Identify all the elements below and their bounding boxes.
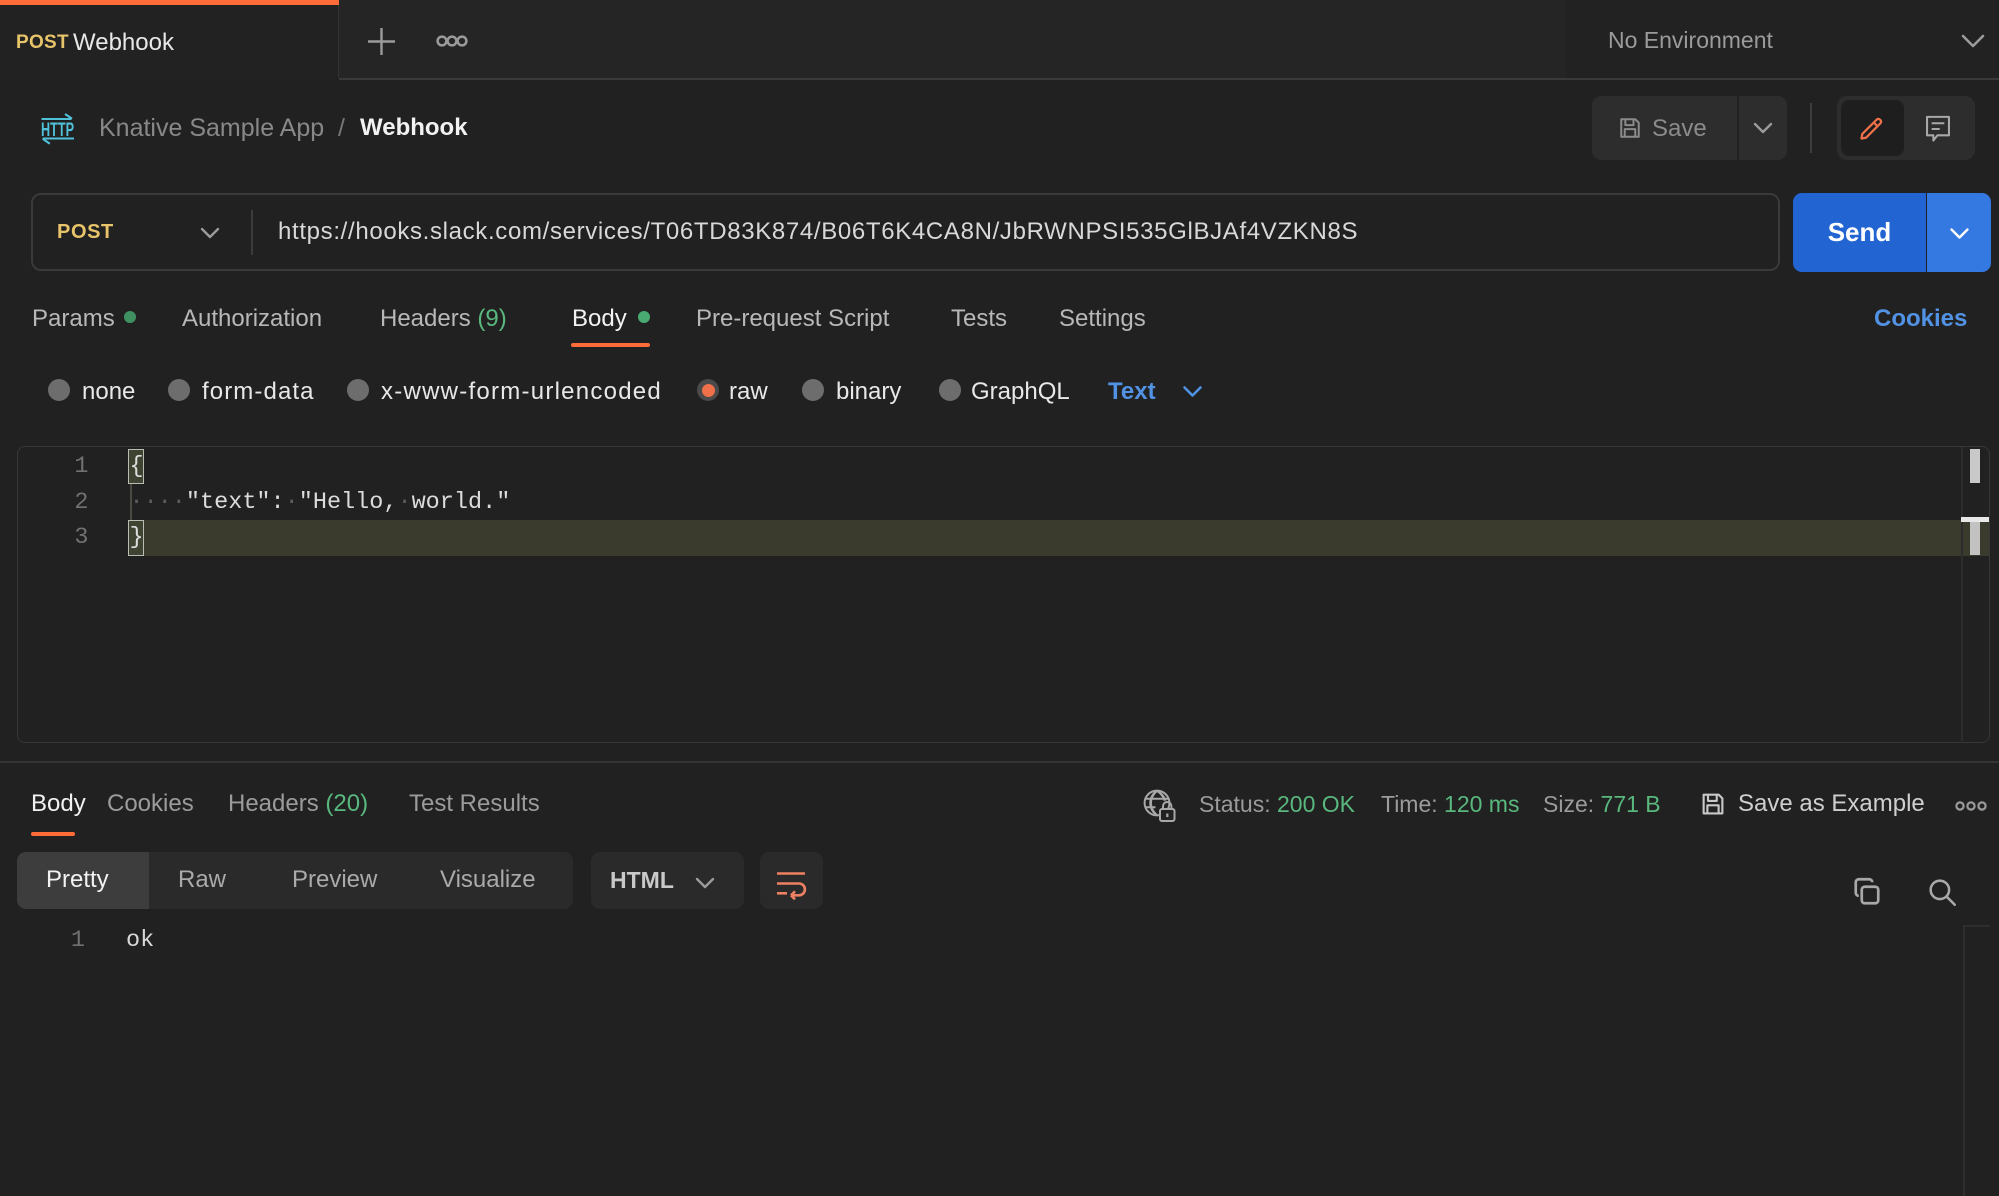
svg-text:HTTP: HTTP	[41, 120, 74, 141]
